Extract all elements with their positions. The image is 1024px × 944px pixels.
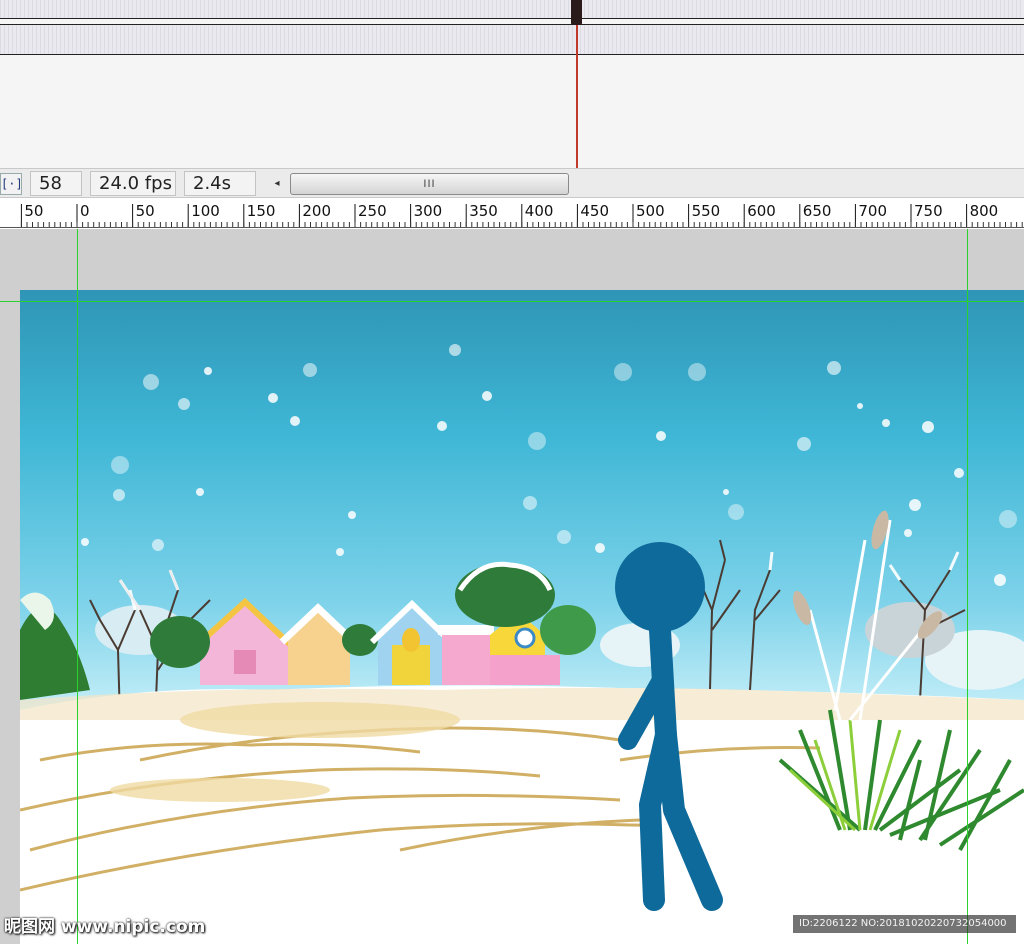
scroll-left-icon[interactable]: ◂ — [266, 173, 288, 195]
horizontal-ruler: 50 0 50 100 150 200 250 300 350 400 450 500 550 600 65… — [0, 198, 1024, 228]
ruler-label: 550 — [691, 202, 721, 220]
ruler-label: 50 — [24, 202, 44, 220]
current-frame-field[interactable]: 58 — [30, 171, 82, 196]
center-frame-icon[interactable]: [·] — [0, 173, 23, 195]
ruler-label: 650 — [802, 202, 832, 220]
vertical-guide-right[interactable] — [967, 229, 968, 944]
winter-scene-artwork — [20, 290, 1024, 944]
stage-canvas[interactable] — [20, 290, 1024, 944]
ruler-label: 100 — [191, 202, 220, 220]
stick-figure-head — [615, 542, 705, 632]
timeline-divider — [0, 18, 1024, 19]
ruler-label: 750 — [914, 202, 943, 220]
timeline-scrollbar[interactable]: III — [290, 173, 1024, 195]
timeline-divider — [0, 54, 1024, 55]
stick-figure[interactable] — [600, 540, 740, 920]
ruler-label: 400 — [524, 202, 554, 220]
timeline-layer-row[interactable] — [0, 25, 1024, 54]
ruler-label: 200 — [302, 202, 332, 220]
ruler-label: 350 — [469, 202, 498, 220]
timeline-panel[interactable] — [0, 0, 1024, 168]
ruler-label: 300 — [413, 202, 443, 220]
horizontal-guide[interactable] — [0, 301, 1024, 302]
ruler-label: 600 — [747, 202, 776, 220]
ruler-label: 250 — [358, 202, 387, 220]
vertical-guide-left[interactable] — [77, 229, 78, 944]
playhead[interactable] — [576, 0, 578, 168]
ruler-label: 700 — [858, 202, 888, 220]
ruler-label: 500 — [636, 202, 665, 220]
watermark-right: ID:2206122 NO:20181020220732054000 — [793, 915, 1016, 933]
ruler-label: 0 — [80, 202, 90, 220]
stick-figure-leg-right — [655, 724, 723, 911]
ruler-label: 150 — [246, 202, 276, 220]
ruler-label: 800 — [969, 202, 999, 220]
timeline-layer-row[interactable] — [0, 0, 1024, 18]
frame-rate-field[interactable]: 24.0 fps — [90, 171, 176, 196]
watermark-left: 昵图网 www.nipic.com — [4, 917, 206, 937]
elapsed-time-field: 2.4s — [184, 171, 256, 196]
scrollbar-thumb[interactable]: III — [290, 173, 569, 195]
timeline-status-bar: [·] 58 24.0 fps 2.4s ◂ III — [0, 168, 1024, 198]
ruler-label: 50 — [135, 202, 155, 220]
playhead-handle[interactable] — [571, 0, 582, 25]
ruler-label: 450 — [580, 202, 610, 220]
